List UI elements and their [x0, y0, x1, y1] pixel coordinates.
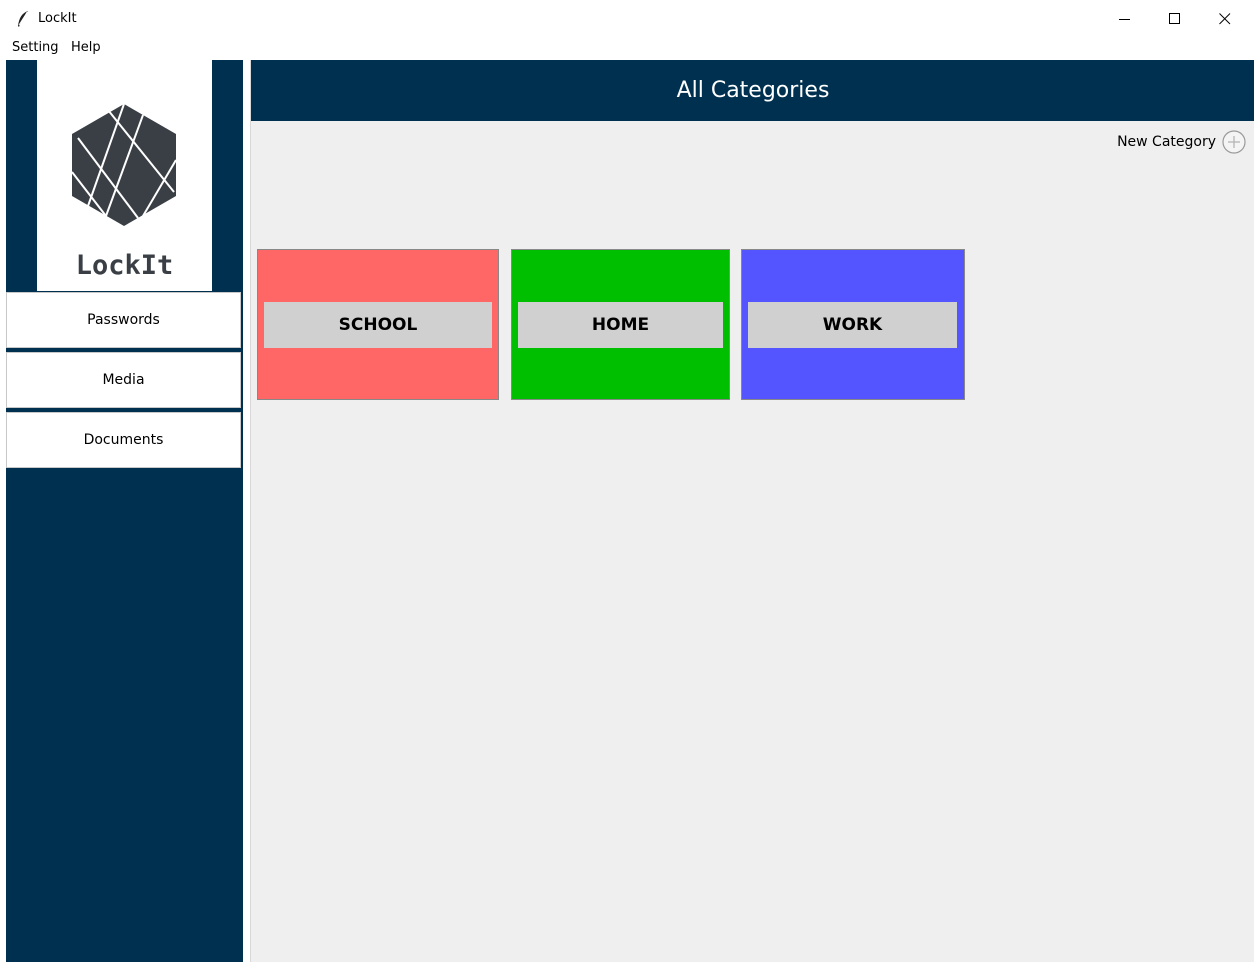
- close-icon: [1219, 13, 1231, 25]
- category-button-work[interactable]: WORK: [748, 302, 957, 348]
- plus-circle-icon[interactable]: [1222, 130, 1246, 154]
- menu-help[interactable]: Help: [71, 40, 101, 55]
- nav-passwords-button[interactable]: Passwords: [6, 292, 241, 348]
- maximize-button[interactable]: [1150, 0, 1200, 38]
- new-category-label: New Category: [1117, 134, 1216, 150]
- category-button-school[interactable]: SCHOOL: [264, 302, 492, 348]
- menu-bar: Setting Help: [0, 38, 1254, 60]
- maximize-icon: [1169, 13, 1180, 24]
- category-card-home[interactable]: HOME: [511, 249, 730, 400]
- logo-panel: LockIt: [37, 60, 212, 291]
- page-header: All Categories: [251, 60, 1254, 121]
- window-title: LockIt: [38, 11, 77, 26]
- minimize-icon: [1119, 19, 1130, 20]
- sidebar: LockIt Passwords Media Documents: [6, 60, 243, 962]
- title-bar: LockIt: [0, 0, 1254, 38]
- category-button-home[interactable]: HOME: [518, 302, 723, 348]
- menu-setting[interactable]: Setting: [12, 40, 59, 55]
- category-card-school[interactable]: SCHOOL: [257, 249, 499, 400]
- nav-media-button[interactable]: Media: [6, 352, 241, 408]
- category-card-work[interactable]: WORK: [741, 249, 965, 400]
- logo-text: LockIt: [75, 250, 174, 281]
- page-title: All Categories: [676, 78, 830, 103]
- main-content: All Categories New Category SCHOOL HOME …: [250, 60, 1254, 962]
- hexagon-logo-icon: [71, 103, 177, 226]
- new-category-button[interactable]: New Category: [1117, 130, 1246, 154]
- close-button[interactable]: [1200, 0, 1250, 38]
- minimize-button[interactable]: [1100, 0, 1150, 38]
- nav-documents-button[interactable]: Documents: [6, 412, 241, 468]
- feather-icon: [18, 11, 28, 27]
